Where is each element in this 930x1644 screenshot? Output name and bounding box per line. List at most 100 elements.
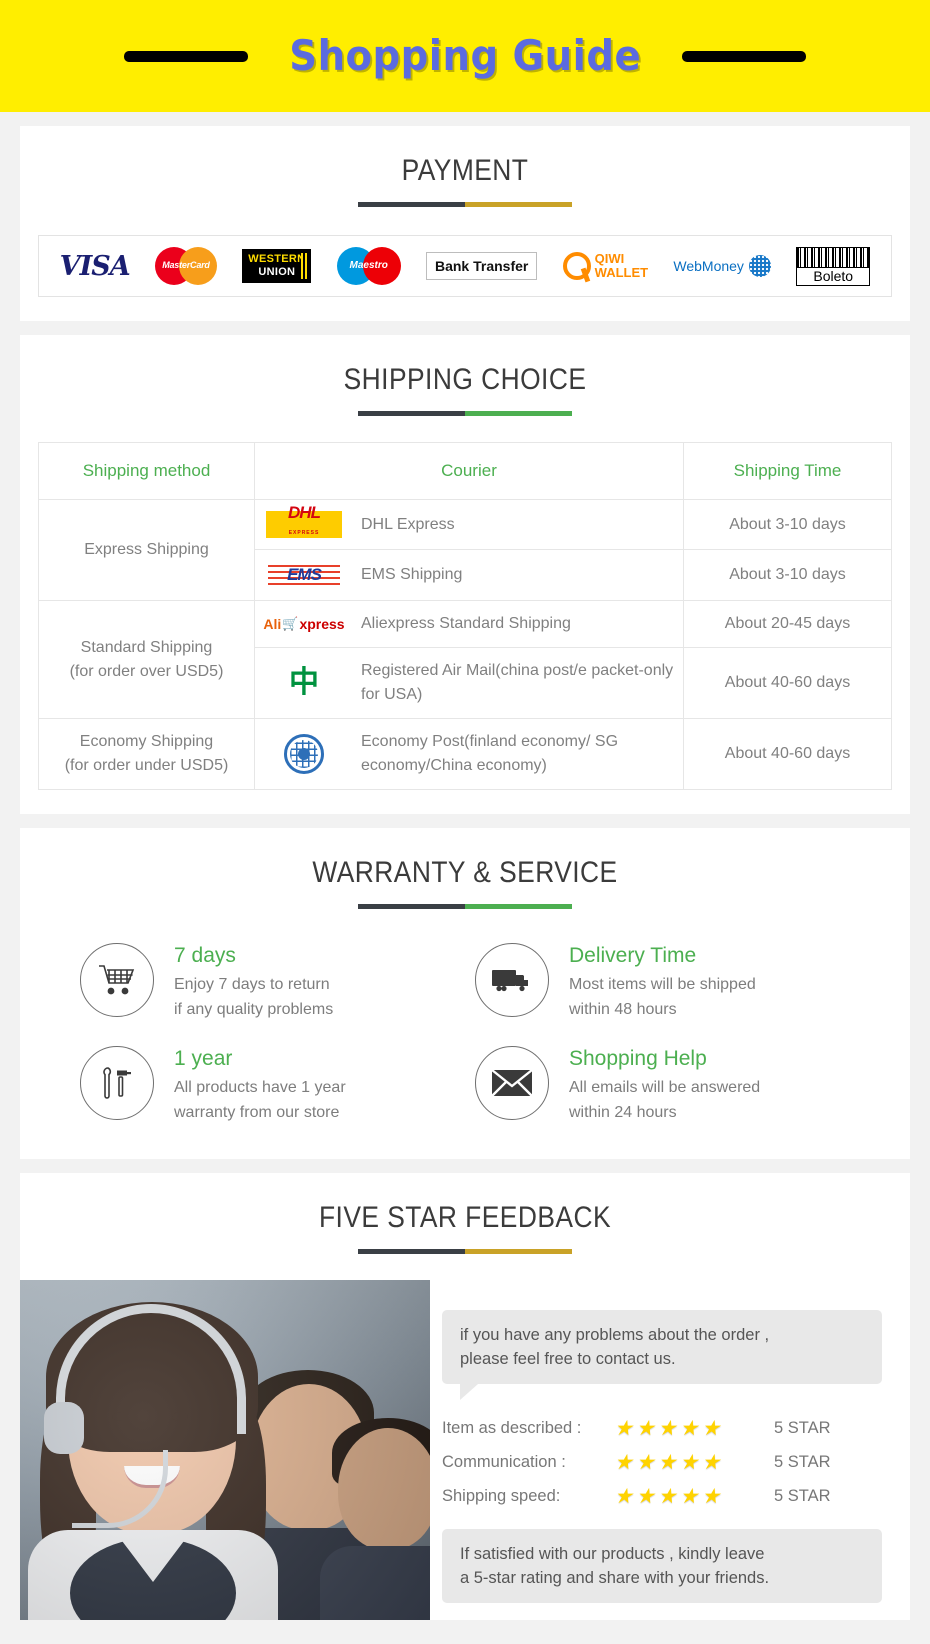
feedback-bubble-top: if you have any problems about the order… bbox=[442, 1310, 882, 1400]
underline-dark bbox=[358, 1249, 465, 1254]
shipping-section: SHIPPING CHOICE Shipping method Courier … bbox=[20, 335, 910, 814]
feedback-right-column: if you have any problems about the order… bbox=[430, 1280, 910, 1603]
rating-label: Communication : bbox=[442, 1453, 566, 1471]
warranty-underline bbox=[358, 904, 572, 909]
star-icon: ★ bbox=[614, 1451, 633, 1474]
shipping-time: About 3-10 days bbox=[683, 549, 892, 601]
warranty-item-line1: Most items will be shipped bbox=[569, 976, 756, 993]
underline-accent bbox=[465, 1249, 572, 1254]
china-post-logo: 中 bbox=[289, 665, 319, 700]
warranty-item-line1: All emails will be answered bbox=[569, 1079, 761, 1096]
maestro-logo: Maestro bbox=[336, 247, 401, 285]
shipping-time: About 20-45 days bbox=[683, 600, 892, 648]
truck-icon bbox=[475, 943, 549, 1017]
mastercard-logo: MasterCard bbox=[154, 247, 217, 285]
warranty-items-grid: 7 days Enjoy 7 days to return if any qua… bbox=[80, 943, 850, 1125]
star-rating: ★ ★ ★ ★ ★ bbox=[614, 1486, 774, 1507]
column-header-time: Shipping Time bbox=[683, 442, 892, 500]
aliexpress-logo: Ali 🛒 xpress bbox=[263, 616, 345, 632]
star-icon: ★ bbox=[657, 1417, 677, 1440]
tools-icon bbox=[80, 1046, 154, 1120]
underline-accent bbox=[465, 411, 572, 416]
star-icon: ★ bbox=[679, 1417, 699, 1440]
courier-cell: EMS EMS Shipping bbox=[254, 549, 684, 601]
warranty-section: WARRANTY & SERVICE 7 days Enjoy 7 days t… bbox=[20, 828, 910, 1159]
payment-methods-strip: VISA MasterCard WESTERN UNION Maestro Ba… bbox=[38, 235, 892, 297]
payment-underline bbox=[358, 202, 572, 207]
star-icon: ★ bbox=[635, 1485, 655, 1508]
bank-transfer-logo: Bank Transfer bbox=[425, 252, 538, 280]
rating-row: Item as described : ★ ★ ★ ★ ★ 5 STAR bbox=[442, 1418, 882, 1439]
webmoney-logo: WebMoney bbox=[673, 255, 771, 277]
shipping-method-express: Express Shipping bbox=[38, 499, 255, 601]
qiwi-q-icon bbox=[562, 252, 591, 280]
warranty-item-line2: within 48 hours bbox=[569, 1001, 677, 1018]
courier-cell: DHL EXPRESS DHL Express bbox=[254, 499, 684, 550]
star-icon: ★ bbox=[614, 1417, 633, 1440]
qiwi-wallet-logo: QIWI WALLET bbox=[562, 252, 648, 280]
column-header-courier: Courier bbox=[254, 442, 684, 500]
warranty-item-title: 7 days bbox=[174, 944, 236, 967]
payment-heading: PAYMENT bbox=[401, 154, 529, 187]
rating-value: 5 STAR bbox=[774, 1419, 831, 1437]
warranty-item-shopping-help: Shopping Help All emails will be answere… bbox=[475, 1046, 850, 1125]
shopping-cart-icon bbox=[80, 943, 154, 1017]
rating-value: 5 STAR bbox=[774, 1487, 831, 1505]
shipping-method-economy: Economy Shipping (for order under USD5) bbox=[38, 718, 255, 790]
star-icon: ★ bbox=[701, 1451, 721, 1474]
star-icon: ★ bbox=[635, 1417, 655, 1440]
webmoney-globe-icon bbox=[748, 255, 771, 277]
star-icon: ★ bbox=[614, 1485, 633, 1508]
boleto-logo: Boleto bbox=[796, 246, 871, 286]
table-row: Standard Shipping (for order over USD5) … bbox=[38, 600, 892, 719]
star-icon: ★ bbox=[679, 1451, 699, 1474]
visa-logo: VISA bbox=[59, 250, 131, 282]
underline-dark bbox=[358, 904, 465, 909]
warranty-item-7-days: 7 days Enjoy 7 days to return if any qua… bbox=[80, 943, 455, 1022]
table-header-row: Shipping method Courier Shipping Time bbox=[38, 442, 892, 500]
feedback-content: if you have any problems about the order… bbox=[20, 1280, 910, 1620]
star-icon: ★ bbox=[679, 1485, 699, 1508]
customer-service-agents-photo bbox=[20, 1280, 430, 1620]
courier-cell: Economy Post(finland economy/ SG economy… bbox=[254, 718, 684, 790]
star-icon: ★ bbox=[657, 1485, 677, 1508]
rating-rows: Item as described : ★ ★ ★ ★ ★ 5 STAR Com… bbox=[442, 1418, 882, 1507]
star-icon: ★ bbox=[701, 1485, 721, 1508]
banner-rule-left bbox=[123, 50, 248, 62]
warranty-heading: WARRANTY & SERVICE bbox=[312, 856, 618, 889]
shipping-time: About 40-60 days bbox=[683, 718, 892, 790]
rating-row: Shipping speed: ★ ★ ★ ★ ★ 5 STAR bbox=[442, 1486, 882, 1507]
payment-section: PAYMENT VISA MasterCard WESTERN UNION Ma… bbox=[20, 126, 910, 321]
shipping-time: About 3-10 days bbox=[683, 499, 892, 550]
envelope-icon bbox=[475, 1046, 549, 1120]
warranty-item-title: Delivery Time bbox=[569, 944, 697, 967]
rating-row: Communication : ★ ★ ★ ★ ★ 5 STAR bbox=[442, 1452, 882, 1473]
rating-value: 5 STAR bbox=[774, 1453, 831, 1471]
warranty-item-line1: Enjoy 7 days to return bbox=[174, 976, 330, 993]
table-row: Economy Shipping (for order under USD5) … bbox=[38, 718, 892, 790]
warranty-item-line2: if any quality problems bbox=[174, 1001, 334, 1018]
warranty-item-1-year: 1 year All products have 1 year warranty… bbox=[80, 1046, 455, 1125]
western-union-logo: WESTERN UNION bbox=[242, 249, 312, 283]
boleto-barcode-icon bbox=[796, 246, 871, 267]
warranty-item-title: Shopping Help bbox=[569, 1047, 707, 1070]
underline-dark bbox=[358, 411, 465, 416]
star-rating: ★ ★ ★ ★ ★ bbox=[614, 1452, 774, 1473]
shipping-underline bbox=[358, 411, 572, 416]
warranty-item-line2: within 24 hours bbox=[569, 1104, 677, 1121]
warranty-item-line2: warranty from our store bbox=[174, 1104, 340, 1121]
dhl-logo: DHL EXPRESS bbox=[263, 504, 345, 538]
warranty-item-title: 1 year bbox=[174, 1047, 233, 1070]
ems-logo: EMS bbox=[263, 561, 345, 589]
shipping-method-standard: Standard Shipping (for order over USD5) bbox=[38, 600, 255, 719]
underline-dark bbox=[358, 202, 465, 207]
star-icon: ★ bbox=[701, 1417, 721, 1440]
shopping-guide-page: Shopping Guide PAYMENT VISA MasterCard W… bbox=[0, 0, 930, 1620]
rating-label: Shipping speed: bbox=[442, 1487, 561, 1505]
column-header-method: Shipping method bbox=[38, 442, 255, 500]
warranty-item-delivery-time: Delivery Time Most items will be shipped… bbox=[475, 943, 850, 1022]
star-icon: ★ bbox=[657, 1451, 677, 1474]
feedback-heading: FIVE STAR FEEDBACK bbox=[318, 1201, 612, 1234]
banner-title: Shopping Guide bbox=[289, 31, 641, 80]
rating-label: Item as described : bbox=[442, 1419, 582, 1437]
